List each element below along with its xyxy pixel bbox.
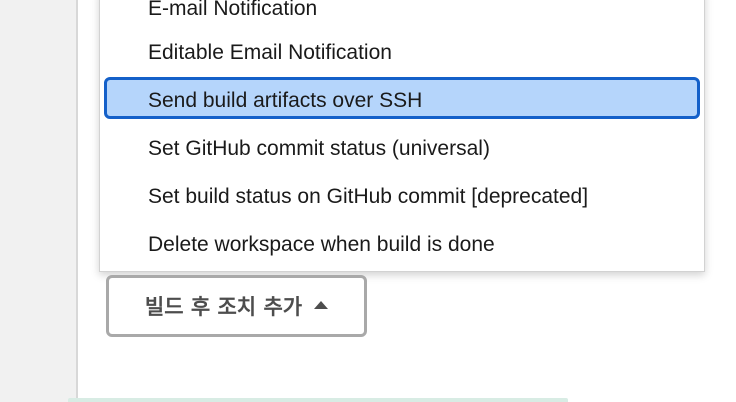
menu-item-send-artifacts-ssh[interactable]: Send build artifacts over SSH xyxy=(104,77,700,119)
caret-up-icon xyxy=(314,301,329,309)
menu-item-github-commit-status[interactable]: Set GitHub commit status (universal) xyxy=(104,125,700,167)
add-post-build-action-label: 빌드 후 조치 추가 xyxy=(144,295,303,319)
post-build-action-dropdown: E-mail Notification Editable Email Notif… xyxy=(99,0,705,272)
add-post-build-action-button[interactable]: 빌드 후 조치 추가 xyxy=(106,275,367,337)
bottom-divider xyxy=(68,398,568,402)
menu-item-editable-email-notification[interactable]: Editable Email Notification xyxy=(104,29,700,71)
menu-item-build-status-github-deprecated[interactable]: Set build status on GitHub commit [depre… xyxy=(104,173,700,215)
menu-item-email-notification[interactable]: E-mail Notification xyxy=(104,0,700,27)
menu-item-delete-workspace[interactable]: Delete workspace when build is done xyxy=(104,221,700,263)
